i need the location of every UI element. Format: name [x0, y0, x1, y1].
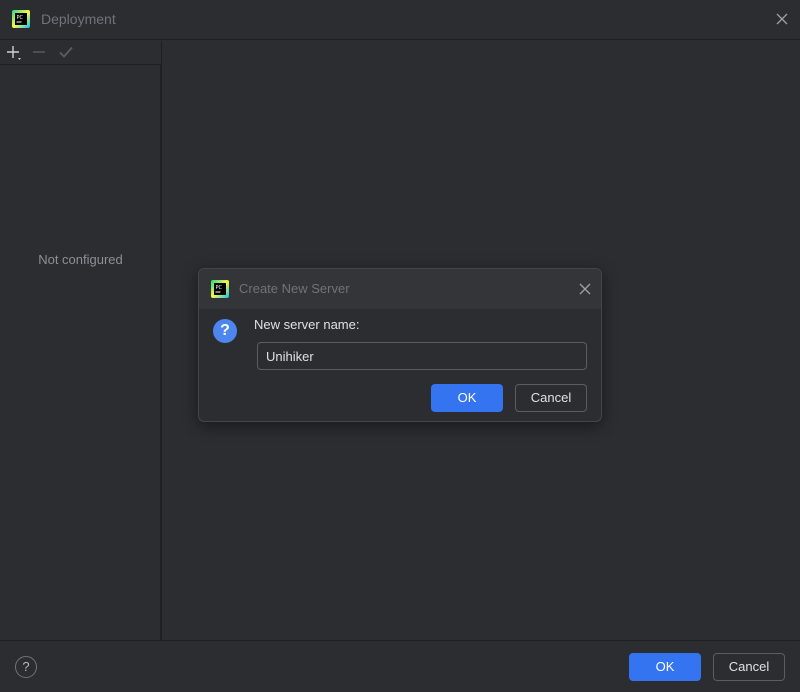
dialog-ok-button[interactable]: OK: [431, 384, 503, 412]
svg-text:PC: PC: [17, 15, 24, 21]
cancel-button[interactable]: Cancel: [713, 653, 785, 681]
close-icon[interactable]: [774, 11, 790, 27]
pycharm-logo-icon: PC: [12, 10, 30, 28]
ok-button[interactable]: OK: [629, 653, 701, 681]
window-title: Deployment: [41, 11, 116, 27]
deployment-toolbar: [0, 41, 161, 65]
create-new-server-dialog: PC Create New Server ? New server name: …: [198, 268, 602, 422]
check-icon[interactable]: [57, 43, 75, 61]
help-button[interactable]: ?: [15, 656, 37, 678]
close-icon[interactable]: [578, 282, 592, 296]
minus-icon[interactable]: [30, 43, 48, 61]
dialog-title: Create New Server: [239, 281, 350, 296]
panel-divider[interactable]: [161, 41, 162, 640]
dialog-cancel-button[interactable]: Cancel: [515, 384, 587, 412]
window-titlebar: PC Deployment: [0, 0, 800, 40]
dialog-titlebar: PC Create New Server: [199, 269, 601, 309]
empty-list-text: Not configured: [0, 252, 161, 267]
server-name-input[interactable]: [257, 342, 587, 370]
svg-text:PC: PC: [216, 285, 223, 291]
pycharm-logo-icon: PC: [211, 280, 229, 298]
server-list-panel: Not configured: [0, 65, 161, 640]
deployment-window: PC Deployment Not configured ? OK Cancel: [0, 0, 800, 692]
plus-icon[interactable]: [4, 43, 22, 61]
question-icon: ?: [213, 319, 237, 343]
dialog-footer: ? OK Cancel: [0, 640, 800, 692]
server-name-label: New server name:: [254, 317, 359, 332]
